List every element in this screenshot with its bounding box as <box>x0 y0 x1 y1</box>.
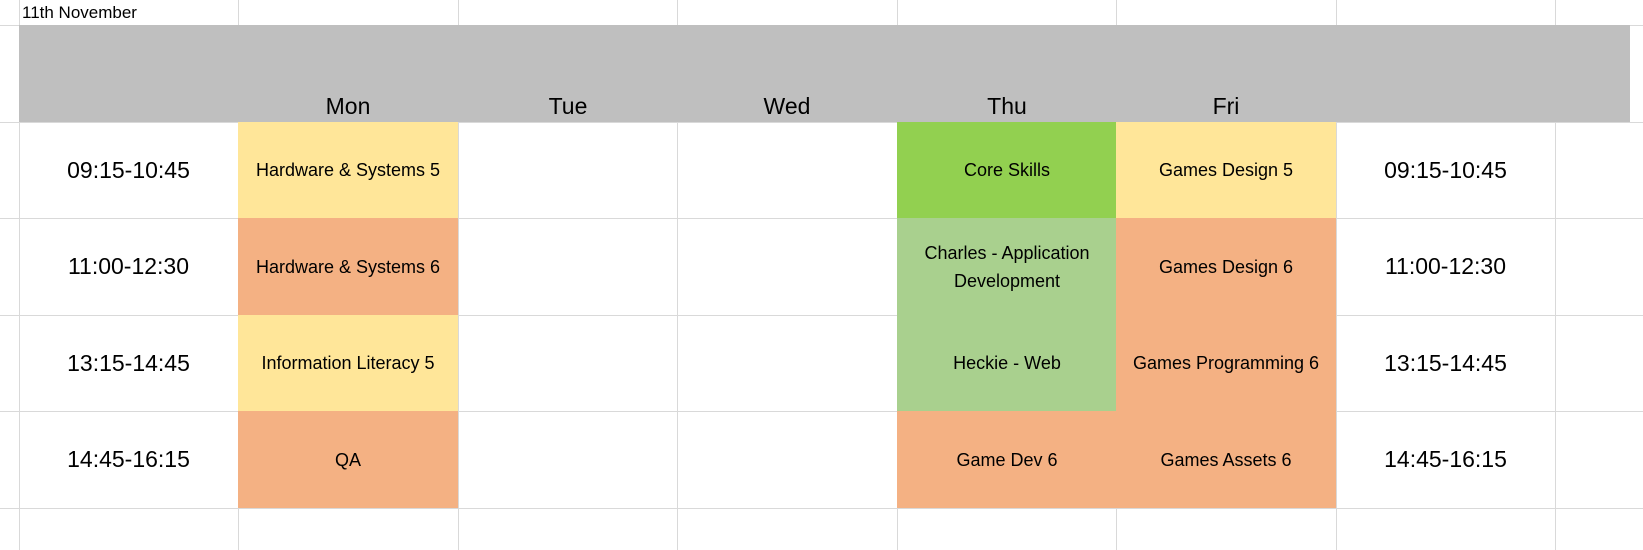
time-cell-left[interactable]: 14:45-16:15 <box>19 411 238 507</box>
mon-slot-2[interactable]: Hardware & Systems 6 <box>238 218 458 315</box>
time-cell-left[interactable]: 09:15-10:45 <box>19 122 238 218</box>
time-cell-right[interactable]: 13:15-14:45 <box>1336 315 1555 411</box>
day-header-wed[interactable]: Wed <box>677 90 897 122</box>
fri-slot-4[interactable]: Games Assets 6 <box>1116 411 1336 508</box>
time-cell-left[interactable]: 13:15-14:45 <box>19 315 238 411</box>
thu-slot-1[interactable]: Core Skills <box>897 122 1117 218</box>
mon-slot-3[interactable]: Information Literacy 5 <box>238 315 458 411</box>
time-cell-right[interactable]: 09:15-10:45 <box>1336 122 1555 218</box>
time-cell-left[interactable]: 11:00-12:30 <box>19 218 238 314</box>
day-header-fri[interactable]: Fri <box>1116 90 1336 122</box>
day-header-mon[interactable]: Mon <box>238 90 458 122</box>
fri-slot-3[interactable]: Games Programming 6 <box>1116 315 1336 411</box>
thu-slot-4[interactable]: Game Dev 6 <box>897 411 1117 508</box>
time-cell-right[interactable]: 14:45-16:15 <box>1336 411 1555 507</box>
day-header-thu[interactable]: Thu <box>897 90 1117 122</box>
fri-slot-2[interactable]: Games Design 6 <box>1116 218 1336 315</box>
thu-slot-2[interactable]: Charles - Application Development <box>897 218 1117 315</box>
gridline-row-6 <box>0 508 1643 509</box>
mon-slot-4[interactable]: QA <box>238 411 458 508</box>
fri-slot-1[interactable]: Games Design 5 <box>1116 122 1336 218</box>
day-header-tue[interactable]: Tue <box>458 90 678 122</box>
time-cell-right[interactable]: 11:00-12:30 <box>1336 218 1555 314</box>
date-cell[interactable]: 11th November <box>22 0 137 25</box>
mon-slot-1[interactable]: Hardware & Systems 5 <box>238 122 458 218</box>
thu-slot-3[interactable]: Heckie - Web <box>897 315 1117 411</box>
